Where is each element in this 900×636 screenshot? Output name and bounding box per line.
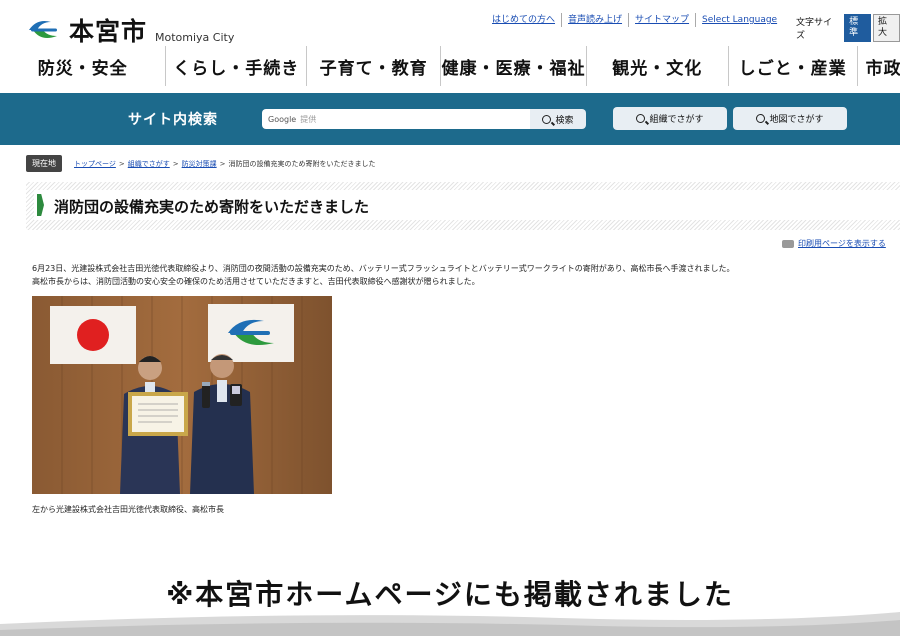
article-body: 6月23日、光建設株式会社吉田光徳代表取締役より、消防団の夜間活動の設備充実のた…	[32, 262, 892, 288]
site-logo[interactable]: 本宮市 Motomiya City	[27, 12, 234, 48]
photo-caption: 左から光建設株式会社吉田光徳代表取締役、高松市長	[32, 505, 224, 514]
nav-item-tourism[interactable]: 観光・文化	[587, 46, 729, 86]
nav-item-living[interactable]: くらし・手続き	[166, 46, 308, 86]
site-name: 本宮市	[69, 17, 148, 46]
font-size-label: 文字サイズ	[796, 18, 833, 41]
page-title-band: 消防団の設備充実のため寄附をいただきました	[26, 182, 900, 230]
font-size-control: 文字サイズ 標準 拡大	[796, 14, 900, 42]
util-link-language[interactable]: Select Language	[695, 13, 783, 27]
breadcrumb-separator: >	[219, 159, 226, 168]
nav-item-work[interactable]: しごと・産業	[729, 46, 858, 86]
city-emblem-icon	[29, 21, 57, 38]
nav-item-disaster-safety[interactable]: 防災・安全	[0, 46, 167, 86]
site-header: 本宮市 Motomiya City はじめての方へ 音声読み上げ サイトマップ …	[0, 0, 900, 94]
global-nav: 防災・安全 くらし・手続き 子育て・教育 健康・医療・福祉 観光・文化 しごと・…	[0, 46, 900, 86]
printer-icon	[782, 239, 794, 248]
breadcrumb-separator: >	[118, 159, 125, 168]
search-input-brand: Google	[268, 114, 297, 124]
article-photo	[32, 296, 332, 494]
article-paragraph: 高松市長からは、消防団活動の安心安全の確保のため活用させていただきますと、吉田代…	[32, 277, 480, 286]
search-title: サイト内検索	[128, 112, 218, 128]
article-paragraph: 6月23日、光建設株式会社吉田光徳代表取締役より、消防団の夜間活動の設備充実のた…	[32, 264, 735, 273]
search-by-map-label: 地図でさがす	[769, 115, 824, 125]
search-icon	[542, 114, 552, 124]
font-size-standard-button[interactable]: 標準	[844, 14, 872, 42]
page-title-box: 消防団の設備充実のため寄附をいただきました	[34, 190, 900, 220]
nav-item-city-admin[interactable]: 市政	[858, 46, 900, 86]
search-by-org-button[interactable]: 組織でさがす	[613, 107, 727, 130]
print-page-link[interactable]: 印刷用ページを表示する	[782, 238, 886, 249]
search-input[interactable]: Google 提供	[262, 109, 530, 129]
font-size-large-button[interactable]: 拡大	[873, 14, 900, 42]
search-icon	[636, 114, 646, 123]
breadcrumb-separator: >	[172, 159, 179, 168]
search-by-map-button[interactable]: 地図でさがす	[733, 107, 847, 130]
print-page-label: 印刷用ページを表示する	[798, 239, 886, 248]
breadcrumb-link-dept[interactable]: 防災対策課	[182, 159, 217, 169]
search-button[interactable]: 検索	[530, 109, 586, 129]
util-link-first-time[interactable]: はじめての方へ	[486, 13, 561, 27]
title-marker-icon	[37, 194, 44, 216]
bottom-wave-decoration	[0, 612, 900, 636]
search-button-label: 検索	[555, 115, 574, 126]
nav-item-health[interactable]: 健康・医療・福祉	[441, 46, 587, 86]
breadcrumb-link-org[interactable]: 組織でさがす	[128, 159, 170, 169]
util-link-sitemap[interactable]: サイトマップ	[628, 13, 695, 27]
site-name-en: Motomiya City	[155, 30, 235, 44]
search-by-org-label: 組織でさがす	[649, 115, 704, 125]
breadcrumb-tag: 現在地	[26, 155, 62, 172]
search-icon	[756, 114, 766, 123]
nav-item-childcare[interactable]: 子育て・教育	[307, 46, 442, 86]
util-link-read-aloud[interactable]: 音声読み上げ	[561, 13, 628, 27]
breadcrumb: 現在地 トップページ > 組織でさがす > 防災対策課 > 消防団の設備充実のた…	[26, 155, 376, 172]
breadcrumb-current: 消防団の設備充実のため寄附をいただきました	[228, 159, 376, 168]
breadcrumb-link-top[interactable]: トップページ	[74, 159, 116, 169]
page-title: 消防団の設備充実のため寄附をいただきました	[54, 198, 370, 216]
ceremony-photo-image	[32, 296, 332, 494]
search-input-placeholder: 提供	[300, 114, 317, 124]
utility-links: はじめての方へ 音声読み上げ サイトマップ Select Language	[486, 13, 783, 27]
